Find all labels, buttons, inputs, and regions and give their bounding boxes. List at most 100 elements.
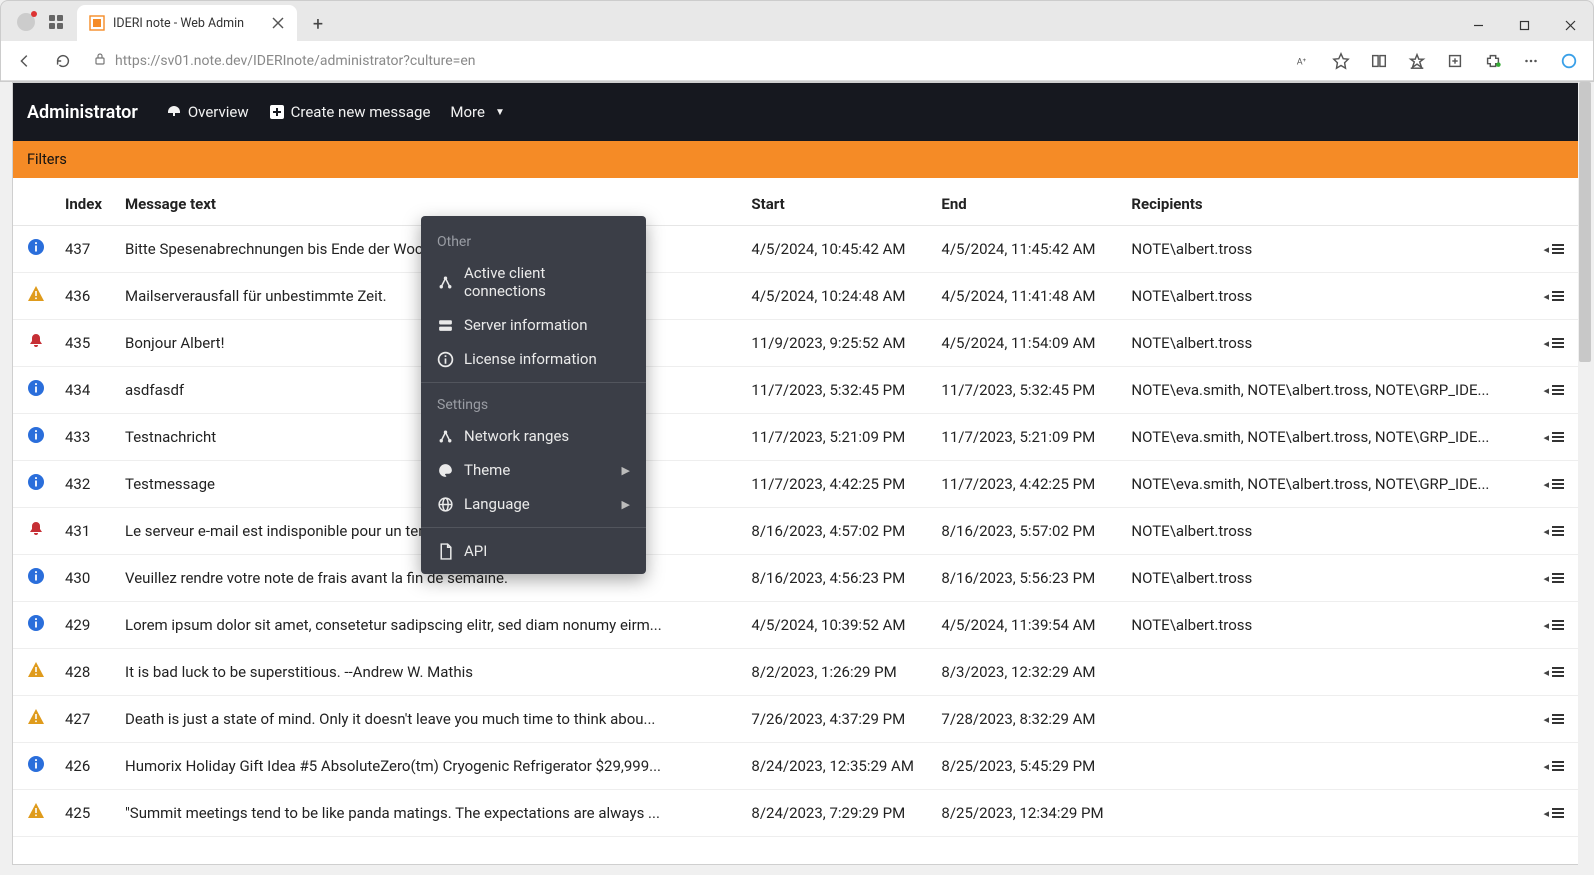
- cell-recipients: NOTE\albert.tross: [1121, 602, 1531, 649]
- row-actions-button[interactable]: ◂: [1531, 743, 1581, 790]
- nav-overview[interactable]: Overview: [156, 97, 259, 127]
- collections-button[interactable]: [1437, 45, 1473, 77]
- dropdown-divider: [421, 527, 646, 528]
- table-row[interactable]: 429Lorem ipsum dolor sit amet, consetetu…: [13, 602, 1581, 649]
- col-end[interactable]: End: [931, 183, 1121, 226]
- cell-message: Humorix Holiday Gift Idea #5 AbsoluteZer…: [115, 743, 741, 790]
- row-actions-button[interactable]: ◂: [1531, 602, 1581, 649]
- maximize-button[interactable]: [1501, 9, 1547, 41]
- table-row[interactable]: 425"Summit meetings tend to be like pand…: [13, 790, 1581, 837]
- menu-api[interactable]: API: [421, 534, 646, 568]
- table-row[interactable]: 426Humorix Holiday Gift Idea #5 Absolute…: [13, 743, 1581, 790]
- reload-button[interactable]: [45, 45, 81, 77]
- severity-info-icon: [27, 426, 45, 444]
- hamburger-icon: [1551, 617, 1565, 635]
- split-screen-button[interactable]: [1361, 45, 1397, 77]
- profile-button[interactable]: [11, 7, 41, 37]
- hamburger-icon: [1551, 382, 1565, 400]
- severity-info-icon: [27, 473, 45, 491]
- row-actions-button[interactable]: ◂: [1531, 696, 1581, 743]
- nav-create-message[interactable]: Create new message: [259, 97, 441, 127]
- menu-server-info[interactable]: Server information: [421, 308, 646, 342]
- cell-message: "Summit meetings tend to be like panda m…: [115, 790, 741, 837]
- copilot-button[interactable]: [1551, 45, 1587, 77]
- close-window-button[interactable]: [1547, 9, 1593, 41]
- cell-end: 4/5/2024, 11:41:48 AM: [931, 273, 1121, 320]
- menu-license-info-label: License information: [464, 350, 597, 368]
- cell-recipients: NOTE\albert.tross: [1121, 555, 1531, 602]
- settings-menu-button[interactable]: [1513, 45, 1549, 77]
- row-actions-button[interactable]: ◂: [1531, 508, 1581, 555]
- svg-text:A⁺: A⁺: [1297, 57, 1307, 67]
- hamburger-icon: [1551, 241, 1565, 259]
- row-actions-button[interactable]: ◂: [1531, 649, 1581, 696]
- table-row[interactable]: 432Testmessage11/7/2023, 4:42:25 PM11/7/…: [13, 461, 1581, 508]
- hamburger-icon: [1551, 429, 1565, 447]
- chevron-right-icon: ▶: [622, 498, 630, 511]
- workspaces-button[interactable]: [41, 7, 71, 37]
- titlebar: IDERI note - Web Admin +: [1, 1, 1593, 41]
- col-index[interactable]: Index: [55, 183, 115, 226]
- row-actions-button[interactable]: ◂: [1531, 414, 1581, 461]
- address-bar[interactable]: https://sv01.note.dev/IDERInote/administ…: [83, 52, 1283, 70]
- severity-warn-icon: [27, 285, 45, 303]
- palette-icon: [437, 462, 454, 479]
- cell-recipients: NOTE\eva.smith, NOTE\albert.tross, NOTE\…: [1121, 461, 1531, 508]
- profile-avatar-icon: [17, 13, 35, 31]
- menu-active-connections[interactable]: Active client connections: [421, 256, 646, 308]
- row-actions-button[interactable]: ◂: [1531, 790, 1581, 837]
- table-row[interactable]: 433Testnachricht11/7/2023, 5:21:09 PM11/…: [13, 414, 1581, 461]
- favorite-button[interactable]: [1323, 45, 1359, 77]
- cell-message: It is bad luck to be superstitious. --An…: [115, 649, 741, 696]
- globe-icon: [437, 496, 454, 513]
- caret-left-icon: ◂: [1543, 384, 1549, 397]
- read-aloud-button[interactable]: A⁺: [1285, 45, 1321, 77]
- browser-tab[interactable]: IDERI note - Web Admin: [77, 5, 297, 41]
- row-actions-button[interactable]: ◂: [1531, 367, 1581, 414]
- scrollbar-thumb[interactable]: [1579, 82, 1591, 362]
- browser-toolbar: https://sv01.note.dev/IDERInote/administ…: [1, 41, 1593, 81]
- cell-start: 11/7/2023, 5:21:09 PM: [741, 414, 931, 461]
- row-actions-button[interactable]: ◂: [1531, 461, 1581, 508]
- menu-theme[interactable]: Theme ▶: [421, 453, 646, 487]
- cell-start: 11/7/2023, 5:32:45 PM: [741, 367, 931, 414]
- new-tab-button[interactable]: +: [303, 9, 333, 39]
- page-scrollbar[interactable]: [1578, 82, 1592, 865]
- nav-more[interactable]: More ▼: [440, 97, 514, 127]
- row-actions-button[interactable]: ◂: [1531, 273, 1581, 320]
- table-row[interactable]: 427Death is just a state of mind. Only i…: [13, 696, 1581, 743]
- hamburger-icon: [1551, 758, 1565, 776]
- table-row[interactable]: 437Bitte Spesenabrechnungen bis Ende der…: [13, 226, 1581, 273]
- cell-index: 435: [55, 320, 115, 367]
- filters-bar[interactable]: Filters: [13, 141, 1581, 178]
- nav-create-label: Create new message: [291, 103, 431, 121]
- table-row[interactable]: 434asdfasdf11/7/2023, 5:32:45 PM11/7/202…: [13, 367, 1581, 414]
- extensions-button[interactable]: [1475, 45, 1511, 77]
- cell-end: 4/5/2024, 11:39:54 AM: [931, 602, 1121, 649]
- table-row[interactable]: 430Veuillez rendre votre note de frais a…: [13, 555, 1581, 602]
- caret-left-icon: ◂: [1543, 431, 1549, 444]
- table-row[interactable]: 436Mailserverausfall für unbestimmte Zei…: [13, 273, 1581, 320]
- cell-end: 11/7/2023, 4:42:25 PM: [931, 461, 1121, 508]
- minimize-button[interactable]: [1455, 9, 1501, 41]
- row-actions-button[interactable]: ◂: [1531, 555, 1581, 602]
- cell-index: 437: [55, 226, 115, 273]
- back-button[interactable]: [7, 45, 43, 77]
- row-actions-button[interactable]: ◂: [1531, 320, 1581, 367]
- table-row[interactable]: 431Le serveur e-mail est indisponible po…: [13, 508, 1581, 555]
- favorites-bar-button[interactable]: [1399, 45, 1435, 77]
- cell-end: 11/7/2023, 5:21:09 PM: [931, 414, 1121, 461]
- table-row[interactable]: 435Bonjour Albert!11/9/2023, 9:25:52 AM4…: [13, 320, 1581, 367]
- menu-language[interactable]: Language ▶: [421, 487, 646, 521]
- app-navbar: Administrator Overview Create new messag…: [13, 83, 1581, 141]
- menu-license-info[interactable]: License information: [421, 342, 646, 376]
- tab-close-button[interactable]: [271, 16, 285, 30]
- table-row[interactable]: 428It is bad luck to be superstitious. -…: [13, 649, 1581, 696]
- row-actions-button[interactable]: ◂: [1531, 226, 1581, 273]
- col-recipients[interactable]: Recipients: [1121, 183, 1531, 226]
- menu-network-ranges[interactable]: Network ranges: [421, 419, 646, 453]
- caret-left-icon: ◂: [1543, 760, 1549, 773]
- col-start[interactable]: Start: [741, 183, 931, 226]
- app-frame: Administrator Overview Create new messag…: [12, 82, 1582, 865]
- hamburger-icon: [1551, 664, 1565, 682]
